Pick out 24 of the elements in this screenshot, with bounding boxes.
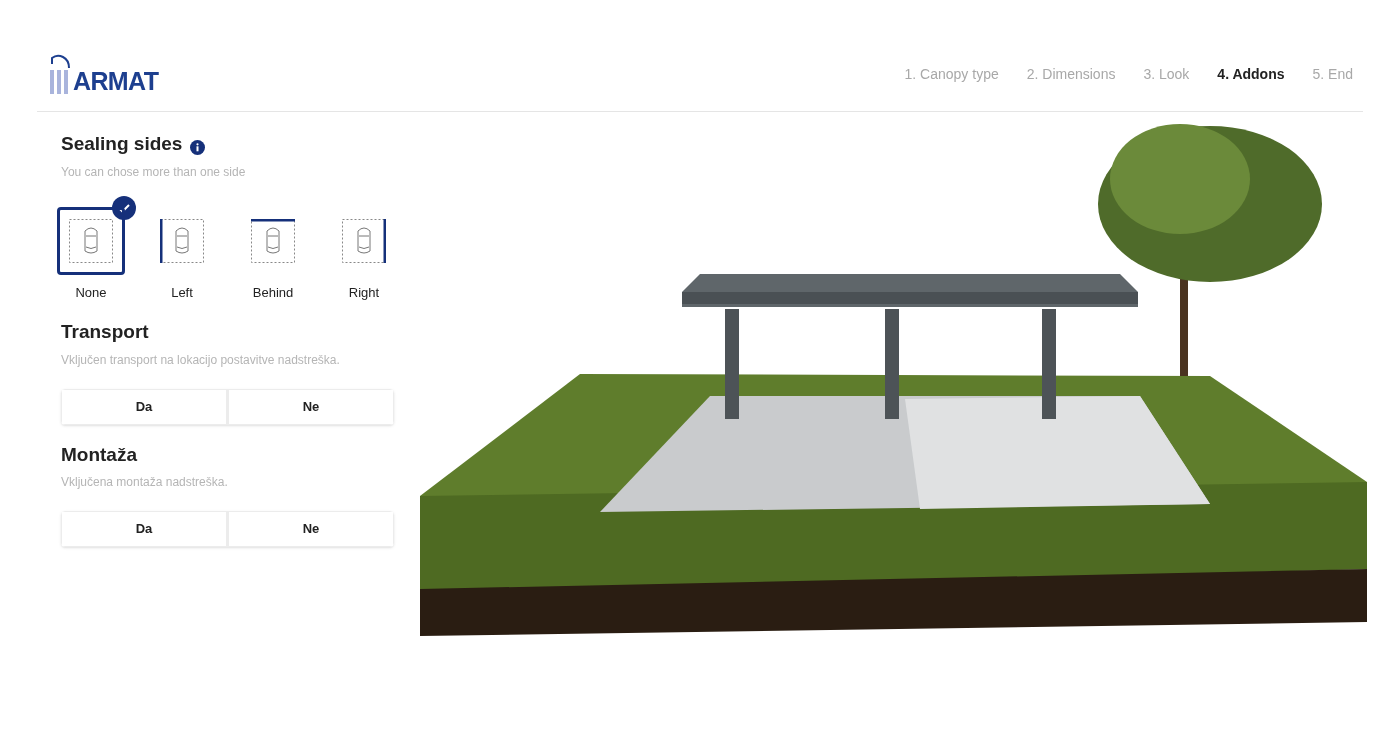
choice-button[interactable]: Da — [62, 389, 226, 424]
section-title: Sealing sides — [61, 132, 183, 156]
car-icon — [160, 218, 204, 263]
car-icon — [69, 218, 113, 263]
section-subtitle: Vključena montaža nadstreška. — [61, 474, 229, 491]
choice-button[interactable]: Ne — [226, 389, 393, 424]
info-icon[interactable] — [190, 139, 206, 155]
choice-button[interactable]: Da — [62, 512, 226, 546]
side-option[interactable] — [57, 206, 125, 275]
option-label: Behind — [252, 283, 294, 302]
logo-icon — [49, 54, 71, 94]
choice-button[interactable]: Ne — [226, 512, 393, 546]
logo-text: ARMAT — [73, 69, 159, 94]
step-tab[interactable]: 4. Addons — [1217, 64, 1285, 85]
car-icon — [342, 218, 386, 263]
section-subtitle: You can chose more than one side — [61, 163, 247, 181]
section-title: Transport — [61, 320, 149, 344]
check-icon — [112, 195, 136, 220]
option-label: Right — [348, 283, 380, 302]
option-label: None — [75, 283, 107, 302]
section-subtitle: Vključen transport na lokacijo postavitve nadstreška. — [61, 351, 341, 369]
car-icon — [251, 218, 295, 263]
option-label: Left — [171, 283, 193, 302]
section-title: Montaža — [61, 442, 137, 467]
